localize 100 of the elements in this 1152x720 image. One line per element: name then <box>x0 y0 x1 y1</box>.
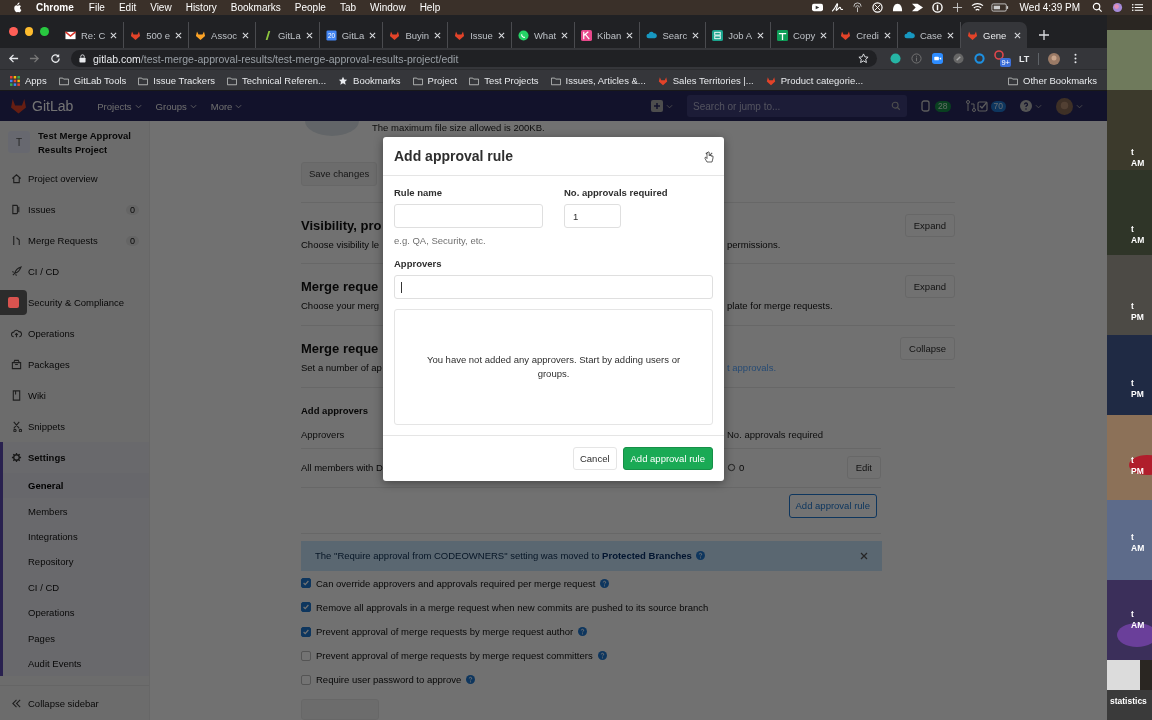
sidebar-label[interactable]: Project overview <box>28 173 139 184</box>
bookmark-label[interactable]: Apps <box>25 75 47 86</box>
cancel-button[interactable]: Cancel <box>572 447 617 470</box>
bookmark[interactable]: Apps <box>10 75 47 86</box>
checkbox[interactable] <box>301 626 311 637</box>
list-icon[interactable] <box>1131 2 1144 13</box>
rule-name-field[interactable] <box>394 204 543 228</box>
sidebar-subitem[interactable]: Audit Events <box>3 650 149 677</box>
menu-item[interactable]: Chrome <box>36 2 74 13</box>
save-changes-button[interactable]: Save changes <box>301 161 378 186</box>
siri-icon[interactable] <box>1111 2 1124 13</box>
checkbox-label[interactable]: Remove all approvals in a merge request when new commits are pushed to its source branch <box>316 601 709 613</box>
menu-item[interactable]: Help <box>419 2 441 13</box>
bookmark[interactable]: Test Projects <box>469 75 539 86</box>
link-icon[interactable] <box>953 53 964 64</box>
bookmark-label[interactable]: Project <box>427 75 458 86</box>
sidebar-label[interactable]: Wiki <box>28 390 139 401</box>
sidebar-subitem[interactable]: Integrations <box>3 523 149 550</box>
help-icon[interactable] <box>578 627 588 636</box>
hotspot-icon[interactable] <box>850 2 864 13</box>
move-icon[interactable] <box>950 2 964 13</box>
forward-arrow-icon[interactable] <box>29 53 40 64</box>
help-icon[interactable] <box>466 675 476 685</box>
arrow-icon[interactable] <box>910 2 924 13</box>
sidebar-label[interactable]: Operations <box>28 328 139 339</box>
project-name[interactable]: Test Merge Approval Results Project <box>38 129 141 157</box>
section-toggle-button[interactable]: Expand <box>904 275 955 299</box>
checkbox-label[interactable]: Prevent approval of merge requests by merge request author <box>316 626 574 637</box>
sidebar-label[interactable]: Settings <box>28 452 139 463</box>
checkbox-label[interactable]: Can override approvers and approvals required per merge request <box>316 577 596 589</box>
bookmark-label[interactable]: Test Projects <box>484 75 539 86</box>
nav-menu[interactable]: More <box>210 100 233 112</box>
sidebar-label[interactable]: Merge Requests <box>28 235 120 246</box>
help-icon[interactable] <box>597 651 607 661</box>
address-bar[interactable]: gitlab.com/test-merge-approval-results/test-merge-approval-results-project/edit <box>71 50 877 67</box>
sidebar-item[interactable]: Snippets <box>0 411 149 442</box>
checkbox-label[interactable]: Prevent approval of merge requests by merge request committers <box>316 650 593 662</box>
bookmark-label[interactable]: Other Bookmarks <box>1023 75 1097 86</box>
count-badge[interactable]: 28 <box>935 100 951 112</box>
sidebar-item[interactable]: Wiki <box>0 380 149 411</box>
key-circle-icon[interactable] <box>930 2 944 13</box>
signature-icon[interactable] <box>830 2 844 13</box>
video-camera-icon[interactable] <box>810 2 824 13</box>
bookmark[interactable]: Product categorie... <box>765 75 864 86</box>
apple-icon[interactable] <box>12 2 22 13</box>
profile-avatar-icon[interactable] <box>1048 52 1061 65</box>
sidebar-label[interactable]: Security & Compliance <box>28 297 139 308</box>
sidebar-item[interactable]: Merge Requests 0 <box>0 225 149 256</box>
minimize-window-button[interactable] <box>24 27 34 36</box>
sidebar-subitem[interactable]: Pages <box>3 625 149 651</box>
sidebar-item[interactable]: Settings <box>3 442 149 473</box>
checkbox-label[interactable]: Require user password to approve <box>316 674 462 686</box>
clock[interactable]: Wed 4:39 PM <box>1019 2 1080 13</box>
bookmark[interactable]: GitLab Tools <box>58 75 127 86</box>
sidebar-label[interactable]: Packages <box>28 359 139 370</box>
plus-icon[interactable] <box>1039 29 1050 40</box>
video-camera-icon[interactable] <box>932 53 943 64</box>
sidebar-item[interactable]: Issues 0 <box>0 194 149 225</box>
brand-name[interactable]: GitLab <box>32 98 74 114</box>
star-icon[interactable] <box>858 53 869 64</box>
sidebar-item[interactable]: CI / CD <box>0 256 149 287</box>
sidebar-subitem[interactable]: Repository <box>3 549 149 575</box>
bookmark[interactable]: Issue Trackers <box>138 75 216 86</box>
sidebar-item[interactable]: Packages <box>0 349 149 380</box>
battery-icon[interactable] <box>990 2 1009 13</box>
help-icon[interactable] <box>600 578 610 588</box>
hat-icon[interactable] <box>890 2 904 13</box>
bookmark[interactable]: Project <box>412 75 458 86</box>
sidebar-label[interactable]: Snippets <box>28 421 139 432</box>
nav-menu[interactable]: Projects <box>97 100 132 112</box>
aperture-icon[interactable] <box>870 2 884 13</box>
bookmark-label[interactable]: Sales Territories |... <box>672 75 754 86</box>
approvers-field[interactable] <box>394 275 713 299</box>
bookmark-label[interactable]: GitLab Tools <box>73 75 127 86</box>
close-window-button[interactable] <box>9 27 18 36</box>
menu-item[interactable]: History <box>185 2 217 13</box>
back-arrow-icon[interactable] <box>8 53 19 64</box>
sidebar-subitem[interactable]: Members <box>3 498 149 524</box>
sidebar-label[interactable]: Issues <box>28 204 120 215</box>
todo-icon[interactable] <box>976 100 989 112</box>
edit-button[interactable]: Edit <box>846 456 881 480</box>
extension-button[interactable]: LT <box>1019 53 1030 64</box>
sidebar-subitem[interactable]: Operations <box>3 599 149 626</box>
bookmark[interactable]: Bookmarks <box>338 75 401 86</box>
menu-item[interactable]: File <box>88 2 105 13</box>
browser-tab[interactable]: Gene <box>961 22 1028 48</box>
approvals-required-field[interactable]: 1 <box>564 204 621 228</box>
count-badge[interactable]: 70 <box>990 100 1006 112</box>
bookmark-label[interactable]: Bookmarks <box>353 75 401 86</box>
bookmark-label[interactable]: Issue Trackers <box>153 75 216 86</box>
collapse-label[interactable]: Collapse sidebar <box>28 697 99 709</box>
ring-icon[interactable] <box>974 53 985 64</box>
menu-item[interactable]: Tab <box>339 2 357 13</box>
wifi-icon[interactable] <box>970 2 984 13</box>
bookmark-label[interactable]: Product categorie... <box>780 75 864 86</box>
menu-item[interactable]: People <box>294 2 326 13</box>
menu-item[interactable]: Window <box>370 2 406 13</box>
add-approval-rule-button[interactable]: Add approval rule <box>788 493 877 518</box>
recording-toast[interactable] <box>0 290 27 315</box>
menu-item[interactable]: Edit <box>118 2 137 13</box>
